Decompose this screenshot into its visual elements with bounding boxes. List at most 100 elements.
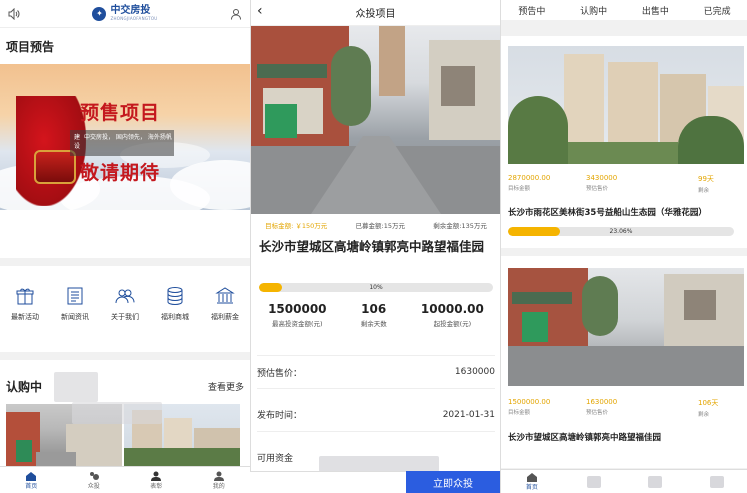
days-label: 剩余 bbox=[698, 188, 710, 194]
invest-now-button[interactable]: 立即众投 bbox=[406, 471, 500, 493]
tab-honor[interactable]: 表彰 bbox=[125, 467, 188, 493]
menu-label: 新闻资讯 bbox=[61, 313, 89, 321]
obscured-area bbox=[72, 402, 162, 424]
purchase-bar: 立即众投 bbox=[250, 471, 500, 493]
price-label: 预估售价 bbox=[586, 410, 609, 416]
card-target: 2870000.00 目标金额 bbox=[508, 174, 586, 194]
card-title: 长沙市雨花区美林街35号益船山生态园（华雅花园） bbox=[508, 208, 707, 218]
tab-invest[interactable]: 众投 bbox=[63, 467, 126, 493]
logo-icon: ✦ bbox=[92, 6, 107, 21]
row-label: 发布时间： bbox=[257, 411, 303, 421]
see-more-link[interactable]: 查看更多 bbox=[208, 380, 244, 393]
investment-stats: 1500000 最高投资金额(元) 106 剩余天数 10000.00 起投金额… bbox=[251, 302, 500, 328]
obscured-area bbox=[710, 475, 725, 488]
menu-label: 福利薪金 bbox=[211, 313, 239, 321]
funding-summary: 目标金额: ￥150万元 已募金额:15万元 剩余金额:135万元 bbox=[251, 220, 500, 230]
stat-min-investment: 10000.00 起投金额(元) bbox=[421, 302, 484, 328]
tab-label: 表彰 bbox=[150, 482, 163, 490]
amount-input-area[interactable] bbox=[250, 471, 406, 493]
card-stats: 1500000.00 目标金额 1630000 预估售价 106天 剩余 bbox=[508, 398, 744, 418]
menu-item-mall[interactable]: 福利商城 bbox=[152, 286, 198, 322]
card-days: 99天 剩余 bbox=[698, 174, 714, 194]
gift-icon bbox=[16, 288, 34, 305]
speaker-icon[interactable] bbox=[8, 7, 20, 20]
menu-item-activities[interactable]: 最新活动 bbox=[2, 286, 48, 322]
progress-label: 23.06% bbox=[609, 228, 633, 235]
menu-item-about[interactable]: 关于我们 bbox=[102, 286, 148, 322]
obscured-area bbox=[648, 475, 663, 488]
remaining-amount: 剩余金额:135万元 bbox=[433, 222, 487, 230]
back-arrow-icon[interactable]: ‹ bbox=[257, 3, 263, 19]
project-card[interactable]: 2870000.00 目标金额 3430000 预估售价 99天 剩余 长沙市雨… bbox=[501, 36, 747, 248]
target-label: 目标金额 bbox=[508, 410, 531, 416]
home-icon bbox=[526, 473, 537, 482]
tab-label: 首页 bbox=[525, 484, 538, 491]
target-amount: 目标金额: ￥150万元 bbox=[265, 222, 328, 230]
profile-icon bbox=[213, 471, 224, 481]
tab-obscured[interactable] bbox=[686, 470, 747, 493]
tab-home[interactable]: 首页 bbox=[501, 470, 563, 493]
estimated-price-row: 预估售价： 1630000 bbox=[257, 355, 495, 389]
days-label: 剩余 bbox=[698, 412, 710, 418]
price-label: 预估售价 bbox=[586, 186, 609, 192]
stat-value: 10000.00 bbox=[420, 302, 484, 316]
menu-label: 关于我们 bbox=[111, 313, 139, 321]
project-list-screen: 预告中 认购中 出售中 已完成 2870000.00 目标金额 3430000 … bbox=[500, 0, 747, 493]
tab-mine[interactable]: 我的 bbox=[188, 467, 251, 493]
divider bbox=[0, 352, 250, 360]
subscribing-title: 认购中 bbox=[6, 380, 43, 394]
funding-progress-bar: 10% bbox=[259, 283, 493, 292]
obscured-area bbox=[54, 372, 98, 402]
target-value: 2870000.00 bbox=[508, 174, 551, 182]
row-label: 可用资金 bbox=[257, 453, 294, 464]
tab-obscured[interactable] bbox=[625, 470, 687, 493]
stat-days-left: 106 剩余天数 bbox=[361, 302, 387, 328]
card-target: 1500000.00 目标金额 bbox=[508, 398, 586, 418]
home-icon bbox=[26, 471, 37, 481]
menu-label: 福利商城 bbox=[161, 313, 189, 321]
project-detail-screen: ‹ 众投项目 目标金额: ￥150万元 已募金额:15万元 剩余金额:135万元… bbox=[250, 0, 500, 493]
tab-completed[interactable]: 已完成 bbox=[704, 4, 731, 17]
user-icon[interactable] bbox=[230, 8, 242, 20]
tab-label: 首页 bbox=[25, 482, 38, 490]
stat-label: 最高投资金额(元) bbox=[272, 320, 323, 328]
tab-home[interactable]: 首页 bbox=[0, 467, 63, 493]
tab-upcoming[interactable]: 预告中 bbox=[518, 4, 545, 17]
raised-amount: 已募金额:15万元 bbox=[355, 222, 406, 230]
logo-text: 中交房投 bbox=[110, 5, 151, 16]
banner-line-2: 敬请期待 bbox=[80, 162, 161, 184]
tab-subscribing[interactable]: 认购中 bbox=[580, 4, 607, 17]
project-card[interactable]: 1500000.00 目标金额 1630000 预估售价 106天 剩余 长沙市… bbox=[501, 256, 747, 468]
home-header: ✦ 中交房投 ZHONGJIAOFANGTOU bbox=[0, 0, 250, 28]
project-photo bbox=[508, 268, 744, 386]
divider bbox=[0, 258, 250, 266]
card-price: 3430000 预估售价 bbox=[586, 174, 698, 194]
users-icon bbox=[115, 289, 135, 304]
days-value: 106天 bbox=[698, 399, 719, 407]
price-value: 3430000 bbox=[586, 174, 618, 182]
menu-label: 最新活动 bbox=[11, 313, 39, 321]
obscured-area bbox=[586, 475, 601, 488]
obscured-area bbox=[319, 456, 439, 472]
tab-selling[interactable]: 出售中 bbox=[642, 4, 669, 17]
coins-icon bbox=[167, 287, 183, 306]
card-title: 长沙市望城区高塘岭镇郭亮中路望福佳园 bbox=[508, 433, 662, 443]
card-progress-bar: 23.06% bbox=[508, 227, 734, 236]
banner-tag: 建 设 中交房投， 国内领先， 海外扬帆 bbox=[70, 130, 174, 156]
bank-icon bbox=[215, 287, 235, 304]
tab-label: 我的 bbox=[212, 482, 225, 490]
tab-label: 众投 bbox=[87, 482, 100, 490]
menu-item-salary[interactable]: 福利薪金 bbox=[202, 286, 248, 322]
news-icon bbox=[67, 287, 83, 305]
status-tabs: 预告中 认购中 出售中 已完成 bbox=[501, 0, 747, 20]
target-label: 目标金额 bbox=[508, 186, 531, 192]
header-title: 众投项目 bbox=[355, 9, 396, 20]
banner-tag-line: 设 bbox=[74, 143, 81, 150]
tab-obscured[interactable] bbox=[563, 470, 625, 493]
days-value: 99天 bbox=[698, 175, 714, 183]
card-days: 106天 剩余 bbox=[698, 398, 718, 418]
price-value: 1630000 bbox=[586, 398, 618, 406]
brand-logo: ✦ 中交房投 ZHONGJIAOFANGTOU bbox=[92, 6, 157, 21]
menu-item-news[interactable]: 新闻资讯 bbox=[52, 286, 98, 322]
logo-subtext: ZHONGJIAOFANGTOU bbox=[110, 16, 158, 21]
